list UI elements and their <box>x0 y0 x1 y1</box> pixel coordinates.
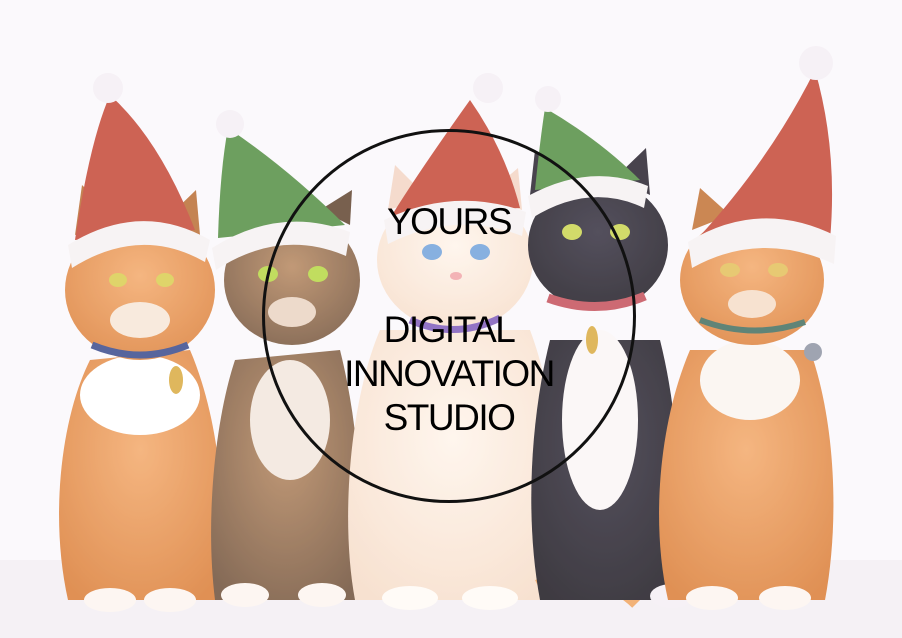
logo-line-innovation: INNOVATION <box>344 353 555 394</box>
logo-wordmark: DIGITAL INNOVATION STUDIO <box>262 308 636 440</box>
hero-image: YOURS DIGITAL INNOVATION STUDIO <box>0 0 902 638</box>
logo-top-word: YOURS <box>386 201 513 242</box>
logo-line-studio: STUDIO <box>383 397 516 438</box>
logo-line-digital: DIGITAL <box>383 309 516 350</box>
